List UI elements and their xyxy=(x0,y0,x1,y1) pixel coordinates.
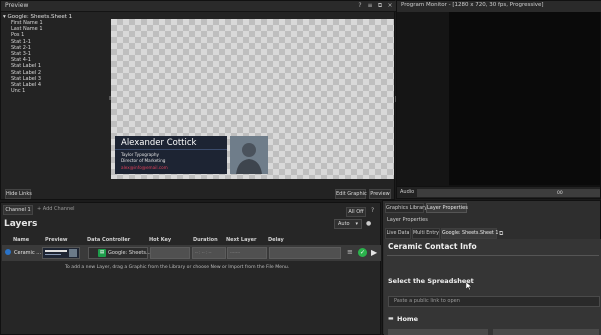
settings-gear-icon[interactable]: ● xyxy=(366,220,371,227)
channel-1-tab[interactable]: Channel 1 xyxy=(3,205,33,215)
column-header-next-layer[interactable]: Next Layer xyxy=(226,237,256,243)
google-sheets-icon: ▤ xyxy=(98,249,106,257)
program-side-area xyxy=(397,12,449,186)
home-folder-label[interactable]: Home xyxy=(397,315,418,323)
duration-value: -- : -- : -- xyxy=(195,250,212,255)
preview-button[interactable]: Preview xyxy=(369,189,391,199)
help-icon[interactable]: ? xyxy=(371,207,374,214)
auto-select[interactable]: Auto ▾ xyxy=(334,219,362,229)
lower-third-graphic[interactable]: Alexander Cottick Taylor Typography Dire… xyxy=(115,136,227,174)
column-header-name[interactable]: Name xyxy=(13,237,29,243)
hot-key-field[interactable] xyxy=(150,247,190,259)
folder-tile[interactable] xyxy=(493,329,599,335)
audio-level-value: 00 xyxy=(557,191,563,196)
layer-tree: ▾ Google: Sheets.Sheet 1 First Name 1 La… xyxy=(1,12,109,187)
tab-layer-properties[interactable]: Layer Properties xyxy=(426,203,468,213)
program-monitor-title: Program Monitor - [1280 x 720, 30 fps, P… xyxy=(401,2,544,8)
tab-graphics-library[interactable]: Graphics Library xyxy=(385,203,427,213)
layer-row[interactable]: Ceramic ... ▤ Google: Sheets... -- : -- … xyxy=(2,245,381,261)
all-off-button[interactable]: All Off xyxy=(346,207,366,217)
subtab-google-sheets[interactable]: Google: Sheets.Sheet 1 xyxy=(441,228,498,239)
layer-properties-label: Layer Properties xyxy=(387,217,428,223)
close-icon[interactable]: × xyxy=(386,2,394,10)
menu-icon[interactable]: ≡ xyxy=(366,2,374,10)
hide-links-button[interactable]: Hide Links xyxy=(5,189,32,199)
chevron-down-icon: ▾ xyxy=(355,221,358,227)
delay-field[interactable] xyxy=(269,247,341,259)
column-header-hot-key[interactable]: Hot Key xyxy=(149,237,171,243)
empty-layers-hint: To add a new Layer, drag a Graphic from … xyxy=(65,265,290,270)
select-spreadsheet-label: Select the Spreadsheet xyxy=(388,277,474,285)
tree-list: First Name 1 Last Name 1 Pos 1 Stat 1-1 … xyxy=(11,20,43,94)
check-icon[interactable]: ✓ xyxy=(358,248,367,257)
layers-panel: Channel 1 + Add Channel All Off ? Layers… xyxy=(0,202,381,335)
layer-type-icon xyxy=(5,249,11,255)
lower-third-name: Alexander Cottick xyxy=(121,138,197,148)
play-icon[interactable]: ▶ xyxy=(371,248,377,257)
tree-item[interactable]: Unc 1 xyxy=(11,88,43,94)
data-controller-value: Google: Sheets... xyxy=(108,250,151,256)
audio-row: Audio 00 xyxy=(396,186,601,199)
divider xyxy=(387,255,599,256)
popout-icon[interactable]: ⧉ xyxy=(376,2,384,10)
program-monitor-panel: Program Monitor - [1280 x 720, 30 fps, P… xyxy=(396,0,601,186)
person-silhouette-icon xyxy=(230,136,268,174)
lower-third-company: Taylor Typography xyxy=(121,152,160,157)
column-header-delay[interactable]: Delay xyxy=(268,237,284,243)
auto-select-value: Auto xyxy=(338,221,350,227)
external-link-icon[interactable]: ⧉ xyxy=(499,230,503,238)
preview-header: Preview ? ≡ ⧉ × xyxy=(1,1,396,12)
layers-title: Layers xyxy=(4,219,38,229)
lower-third-role: Director of Marketing xyxy=(121,158,166,163)
tree-item[interactable]: Stat Label 1 xyxy=(11,63,43,69)
layer-preview-thumbnail xyxy=(42,247,80,259)
mouse-cursor-icon xyxy=(466,282,472,290)
audio-meter: 00 xyxy=(417,189,600,197)
lower-third-email: alex@info@email.com xyxy=(121,165,168,170)
properties-heading: Ceramic Contact Info xyxy=(388,242,477,251)
properties-panel: Graphics Library Layer Properties Layer … xyxy=(382,200,601,335)
preview-title: Preview xyxy=(5,2,29,9)
column-header-data-controller[interactable]: Data Controller xyxy=(87,237,130,243)
edit-graphic-button[interactable]: Edit Graphic xyxy=(335,189,367,199)
column-header-preview[interactable]: Preview xyxy=(45,237,68,243)
subtab-live-data[interactable]: Live Data xyxy=(385,228,411,239)
program-header: Program Monitor - [1280 x 720, 30 fps, P… xyxy=(397,1,601,12)
column-header-duration[interactable]: Duration xyxy=(193,237,218,243)
preview-panel: Preview ? ≡ ⧉ × ▾ Google: Sheets.Sheet 1… xyxy=(0,0,397,200)
audio-tab[interactable]: Audio xyxy=(400,189,414,195)
help-icon[interactable]: ? xyxy=(356,2,364,10)
folder-tile[interactable] xyxy=(388,329,488,335)
folder-icon: ▬ xyxy=(388,315,394,322)
lower-third-divider xyxy=(115,149,227,150)
next-layer-value: ------- xyxy=(230,250,241,255)
list-icon[interactable]: ≡ xyxy=(347,248,353,256)
headshot-photo xyxy=(230,136,268,174)
subtab-multi-entry[interactable]: Multi Entry xyxy=(412,228,440,239)
tree-item[interactable]: Stat Label 2 xyxy=(11,70,43,76)
add-channel-button[interactable]: + Add Channel xyxy=(37,206,75,212)
spreadsheet-link-input[interactable]: Paste a public link to open xyxy=(388,296,600,307)
layer-name[interactable]: Ceramic ... xyxy=(14,250,41,256)
